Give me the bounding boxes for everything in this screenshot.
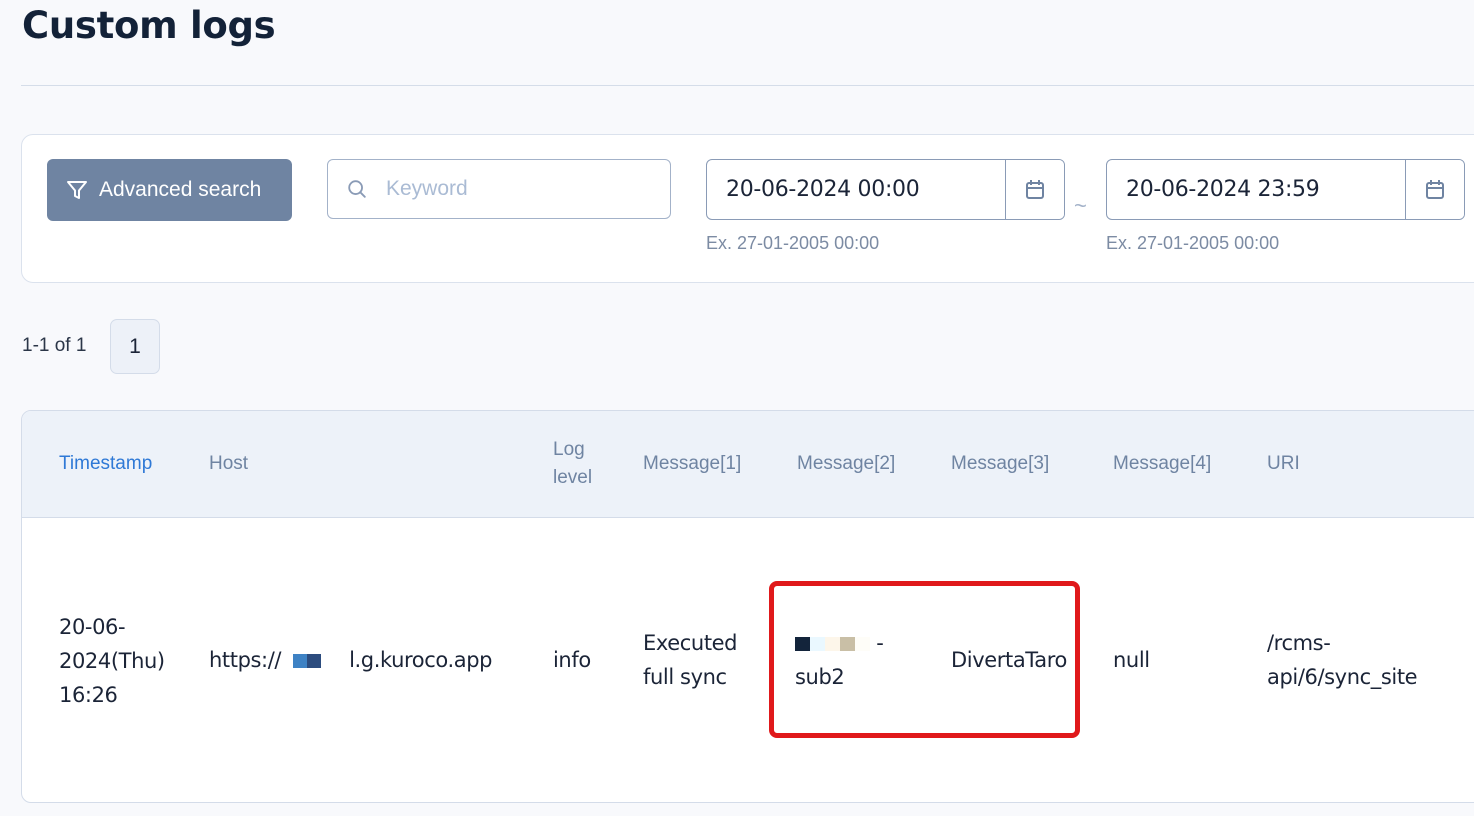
column-header-timestamp[interactable]: Timestamp: [59, 450, 152, 478]
cell-timestamp: 20-06- 2024(Thu) 16:26: [59, 610, 165, 712]
message1-line: full sync: [643, 665, 727, 689]
redacted-block: [855, 637, 870, 651]
redacted-block: [810, 637, 825, 651]
cell-message3: DivertaTaro: [951, 648, 1067, 672]
column-header-message4: Message[4]: [1113, 453, 1212, 474]
column-header-host: Host: [209, 453, 249, 474]
advanced-search-label: Advanced search: [99, 178, 262, 201]
redacted-block: [307, 654, 322, 668]
redacted-block: [840, 637, 855, 651]
date-from-group: Ex. 27-01-2005 00:00: [706, 159, 1065, 254]
date-to-input[interactable]: [1107, 160, 1405, 219]
column-header-log-level: Log level: [553, 439, 593, 488]
host-suffix: l.g.kuroco.app: [349, 648, 493, 672]
page-button-1[interactable]: 1: [110, 319, 160, 374]
date-from-calendar-button[interactable]: [1005, 160, 1064, 219]
cell-message4: null: [1113, 648, 1150, 672]
date-to-field: [1106, 159, 1465, 220]
filter-icon: [67, 181, 87, 199]
timestamp-line: 2024(Thu): [59, 649, 165, 673]
date-to-group: Ex. 27-01-2005 00:00: [1106, 159, 1465, 254]
redacted-block: [825, 637, 840, 651]
calendar-icon: [1426, 179, 1444, 199]
date-to-hint: Ex. 27-01-2005 00:00: [1106, 233, 1280, 253]
date-to-calendar-button[interactable]: [1405, 160, 1464, 219]
redacted-block: [795, 637, 810, 651]
host-prefix: https://: [209, 648, 282, 672]
column-header-message2: Message[2]: [797, 453, 896, 474]
date-from-hint: Ex. 27-01-2005 00:00: [706, 233, 880, 253]
cell-log-level: info: [553, 648, 591, 672]
column-header-uri: URI: [1267, 453, 1300, 474]
uri-line: api/6/sync_site: [1267, 665, 1418, 689]
search-icon: [348, 180, 366, 198]
message2-suffix: -: [876, 631, 884, 655]
calendar-icon: [1026, 179, 1044, 199]
logs-table: Timestamp Host Log level Message[1] Mess…: [21, 410, 1474, 803]
cell-host: https:// l.g.kuroco.app: [209, 643, 492, 677]
table-header: Timestamp Host Log level Message[1] Mess…: [22, 411, 1474, 518]
pagination-info: 1-1 of 1: [22, 335, 87, 356]
cell-message1: Executed full sync: [643, 626, 738, 694]
timestamp-line: 20-06-: [59, 615, 126, 639]
redacted-block: [293, 654, 308, 668]
advanced-search-button[interactable]: Advanced search: [47, 159, 292, 221]
redacted-block: [281, 654, 293, 668]
range-separator: ~: [1074, 193, 1087, 218]
keyword-input[interactable]: [386, 177, 646, 201]
keyword-field[interactable]: [327, 159, 671, 219]
uri-line: /rcms-: [1267, 631, 1331, 655]
title-divider: [21, 85, 1474, 86]
message2-line2: sub2: [795, 665, 845, 689]
column-header-message3: Message[3]: [951, 453, 1050, 474]
date-from-field: [706, 159, 1065, 220]
search-panel: Advanced search Ex. 27-01-2005 00:00 ~ E…: [21, 134, 1474, 283]
date-from-input[interactable]: [707, 160, 1005, 219]
timestamp-line: 16:26: [59, 683, 118, 707]
cell-uri: /rcms- api/6/sync_site: [1267, 626, 1418, 694]
redacted-block: [321, 654, 349, 668]
page-title: Custom logs: [22, 4, 276, 47]
column-header-message1: Message[1]: [643, 453, 742, 474]
cell-message2: - sub2: [795, 626, 884, 694]
message1-line: Executed: [643, 631, 738, 655]
